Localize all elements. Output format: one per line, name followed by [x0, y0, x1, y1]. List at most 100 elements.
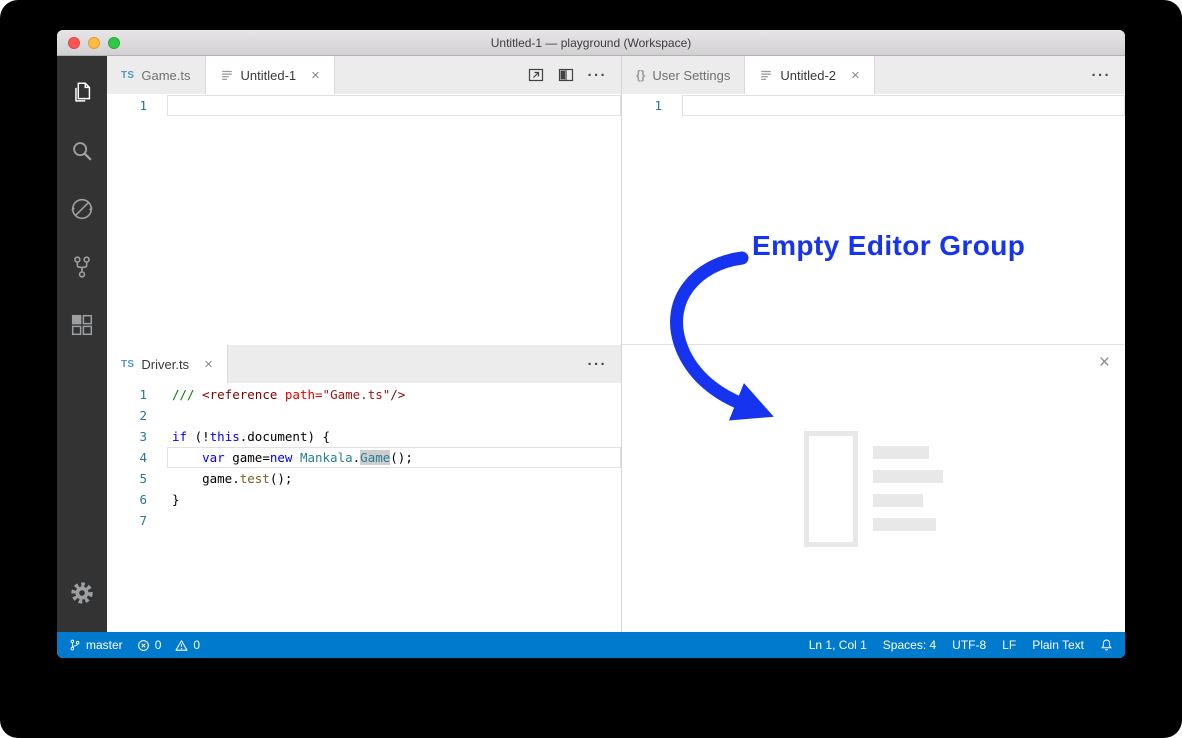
- code-token: }: [172, 492, 180, 507]
- status-label: Plain Text: [1032, 638, 1084, 652]
- line-content: }: [167, 489, 621, 510]
- titlebar: Untitled-1 — playground (Workspace): [57, 30, 1125, 56]
- tab-game-ts[interactable]: TS Game.ts: [107, 56, 206, 94]
- code-token: game.: [172, 471, 240, 486]
- line-number: 6: [139, 492, 147, 507]
- code-token: />: [390, 387, 406, 402]
- code-token: Mankala: [299, 450, 353, 465]
- tab-driver-ts[interactable]: TS Driver.ts ×: [107, 345, 228, 383]
- braces-icon: {}: [636, 68, 646, 82]
- editor-driver-ts[interactable]: 1/// <reference path="Game.ts"/> 2 3 if (!t…: [107, 383, 621, 632]
- window-title: Untitled-1 — playground (Workspace): [490, 35, 692, 50]
- line-content: game.test();: [167, 468, 621, 489]
- watermark-page-shape: [804, 430, 858, 547]
- close-tab-button[interactable]: ×: [851, 68, 860, 83]
- code-line: 1: [107, 95, 621, 116]
- annotation-text: Empty Editor Group: [752, 230, 1026, 261]
- explorer-icon[interactable]: [57, 64, 107, 122]
- close-tab-button[interactable]: ×: [204, 357, 213, 372]
- editor-untitled-2[interactable]: 1: [622, 94, 1125, 344]
- code-token: ///: [172, 387, 203, 402]
- line-content: [167, 510, 621, 531]
- status-label: Ln 1, Col 1: [808, 638, 867, 652]
- tab-label: Game.ts: [141, 67, 191, 83]
- code-token: if: [172, 429, 188, 444]
- editor-group-bottom-left: TS Driver.ts × ··· 1 /// <reference path="G…: [107, 345, 621, 632]
- extensions-icon[interactable]: [57, 296, 107, 354]
- line-content: [167, 405, 621, 426]
- screenshot-canvas: Untitled-1 — playground (Workspace) TS Ga…: [0, 0, 1182, 738]
- ts-icon: TS: [121, 358, 135, 370]
- toggle-layout-button[interactable]: [558, 67, 574, 83]
- empty-group-watermark: [622, 345, 1125, 632]
- code-token: path=: [284, 387, 323, 402]
- status-label: 0: [154, 638, 162, 652]
- language-mode[interactable]: Plain Text: [1032, 638, 1084, 652]
- more-actions-button[interactable]: ···: [588, 68, 608, 83]
- editor-group-top-left: TS Game.ts Untitled-1 × ··· 1: [107, 56, 621, 345]
- close-window-button[interactable]: [68, 36, 80, 49]
- line-number: 1: [139, 387, 147, 402]
- empty-editor-group[interactable]: ×: [622, 345, 1125, 632]
- split-editor-button[interactable]: [528, 67, 544, 83]
- line-number: 1: [654, 98, 662, 113]
- cursor-position[interactable]: Ln 1, Col 1: [809, 638, 867, 652]
- line-number: 7: [139, 513, 147, 528]
- code-line: 5 game.test();: [107, 468, 621, 489]
- debug-icon[interactable]: [57, 180, 107, 238]
- workbench: TS Game.ts Untitled-1 × ··· 1 TS Driver.ts × …: [57, 56, 1125, 632]
- tab-untitled-1[interactable]: Untitled-1 ×: [205, 56, 335, 94]
- status-label: 0: [193, 638, 201, 652]
- tab-bar: TS Driver.ts × ···: [107, 345, 621, 383]
- tab-untitled-2[interactable]: Untitled-2 ×: [745, 56, 875, 94]
- tab-label: Untitled-2: [780, 67, 837, 83]
- editor-column-right: {} User Settings Untitled-2 × ··· 1 ×: [622, 56, 1125, 632]
- code-token: Game: [360, 450, 391, 465]
- code-token: ();: [390, 450, 413, 465]
- encoding[interactable]: UTF-8: [952, 638, 986, 652]
- code-line: 3 if (!this.document) {: [107, 426, 621, 447]
- eol[interactable]: LF: [1002, 638, 1016, 652]
- line-number: 1: [139, 98, 147, 113]
- settings-gear-icon[interactable]: [57, 564, 107, 622]
- code-token: game=: [224, 450, 270, 465]
- code-token: .document) {: [239, 429, 331, 444]
- code-line: 2: [107, 405, 621, 426]
- line-number: 3: [139, 429, 147, 444]
- error-count[interactable]: 0: [137, 638, 162, 652]
- tab-user-settings[interactable]: {} User Settings: [622, 56, 746, 94]
- code-token: this: [209, 429, 240, 444]
- code-token: (!: [187, 429, 210, 444]
- branch-icon: [69, 638, 81, 652]
- code-token: test: [239, 471, 270, 486]
- source-control-icon[interactable]: [57, 238, 107, 296]
- file-icon: [220, 68, 234, 82]
- tab-label: User Settings: [652, 67, 731, 83]
- close-tab-button[interactable]: ×: [311, 68, 320, 83]
- line-content: /// <reference path="Game.ts"/>: [167, 384, 621, 405]
- tab-bar: {} User Settings Untitled-2 × ···: [622, 56, 1125, 94]
- code-line: 1 /// <reference path="Game.ts"/>: [107, 384, 621, 405]
- indentation[interactable]: Spaces: 4: [883, 638, 936, 652]
- editor-column-left: TS Game.ts Untitled-1 × ··· 1 TS Driver.ts × …: [107, 56, 622, 632]
- code-line: 1: [622, 95, 1125, 116]
- traffic-lights: [68, 30, 120, 55]
- line-content: if (!this.document) {: [167, 426, 621, 447]
- line-content: var game=new Mankala.Game();: [167, 447, 621, 468]
- code-line: 4 var game=new Mankala.Game();: [107, 447, 621, 468]
- editor-untitled-1[interactable]: 1: [107, 94, 621, 345]
- search-icon[interactable]: [57, 122, 107, 180]
- more-actions-button[interactable]: ···: [1092, 68, 1112, 83]
- line-number: 4: [139, 450, 147, 465]
- more-actions-button[interactable]: ···: [588, 357, 608, 372]
- activity-bar: [57, 56, 107, 632]
- code-token: var: [202, 450, 225, 465]
- zoom-window-button[interactable]: [108, 36, 120, 49]
- notifications-bell-icon[interactable]: [1100, 638, 1113, 652]
- warning-count[interactable]: 0: [175, 638, 200, 652]
- line-number: 2: [139, 408, 147, 423]
- minimize-window-button[interactable]: [88, 36, 100, 49]
- git-branch[interactable]: master: [69, 638, 123, 652]
